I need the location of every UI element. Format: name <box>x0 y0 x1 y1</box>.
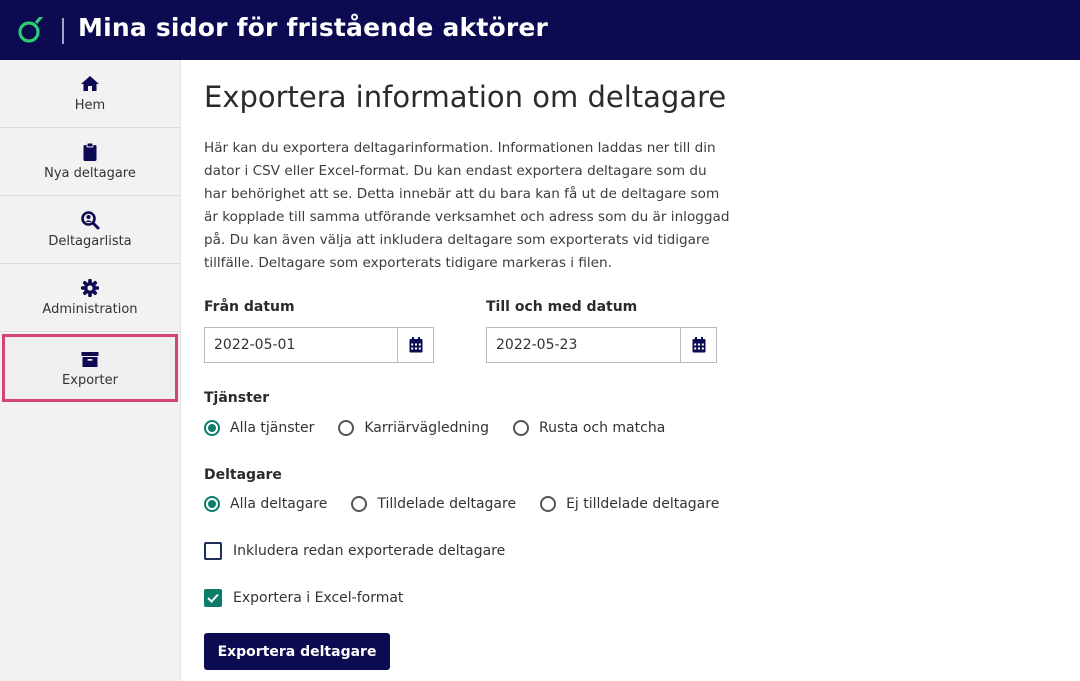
sidebar-item-label: Nya deltagare <box>44 166 136 181</box>
include-exported-checkbox[interactable] <box>204 542 222 560</box>
participants-label: Deltagare <box>204 467 282 483</box>
gear-icon <box>81 279 99 297</box>
sidebar-item-label: Deltagarlista <box>48 234 132 249</box>
top-bar: Mina sidor för fristående aktörer <box>0 0 1080 60</box>
radio-ej-tilldelade-deltagare[interactable]: Ej tilldelade deltagare <box>540 496 719 512</box>
from-date-label: Från datum <box>204 299 295 315</box>
intro-text: Här kan du exportera deltagarinformation… <box>204 140 730 271</box>
sidebar: Hem Nya deltagare Deltagarlista Administ… <box>0 60 181 681</box>
radio-alla-tjanster[interactable]: Alla tjänster <box>204 420 314 436</box>
radio-button[interactable] <box>540 496 557 512</box>
export-button[interactable]: Exportera deltagare <box>204 633 390 670</box>
to-date-input[interactable] <box>487 328 680 362</box>
participants-radio-group: Alla deltagare Tilldelade deltagare Ej t… <box>204 496 743 512</box>
to-date-field <box>486 327 717 363</box>
excel-format-checkbox[interactable] <box>204 589 222 607</box>
excel-format-option[interactable]: Exportera i Excel-format <box>204 589 403 607</box>
from-date-calendar-button[interactable] <box>397 328 433 362</box>
checkmark-icon <box>207 593 219 603</box>
sidebar-item-exporter[interactable]: Exporter <box>2 334 178 402</box>
radio-rusta-och-matcha[interactable]: Rusta och matcha <box>513 420 665 436</box>
radio-karriarvagledning[interactable]: Karriärvägledning <box>338 420 489 436</box>
sidebar-item-deltagarlista[interactable]: Deltagarlista <box>0 196 180 264</box>
radio-alla-deltagare[interactable]: Alla deltagare <box>204 496 327 512</box>
radio-button[interactable] <box>513 420 530 436</box>
include-exported-option[interactable]: Inkludera redan exporterade deltagare <box>204 542 505 560</box>
radio-button[interactable] <box>351 496 368 512</box>
calendar-icon <box>692 337 705 353</box>
radio-tilldelade-deltagare[interactable]: Tilldelade deltagare <box>351 496 516 512</box>
from-date-field <box>204 327 434 363</box>
logo-icon[interactable] <box>16 17 44 45</box>
calendar-icon <box>409 337 422 353</box>
app-title: Mina sidor för fristående aktörer <box>78 13 549 42</box>
radio-button-checked[interactable] <box>204 496 220 512</box>
services-radio-group: Alla tjänster Karriärvägledning Rusta oc… <box>204 420 689 436</box>
sidebar-item-administration[interactable]: Administration <box>0 264 180 332</box>
to-date-calendar-button[interactable] <box>680 328 716 362</box>
archive-box-icon <box>81 351 99 367</box>
sidebar-item-label: Administration <box>42 302 138 317</box>
to-date-label: Till och med datum <box>486 299 638 315</box>
sidebar-item-nya-deltagare[interactable]: Nya deltagare <box>0 128 180 196</box>
clipboard-icon <box>83 142 97 161</box>
from-date-input[interactable] <box>205 328 397 362</box>
radio-button-checked[interactable] <box>204 420 220 436</box>
sidebar-item-label: Exporter <box>62 372 118 388</box>
sidebar-item-hem[interactable]: Hem <box>0 60 180 128</box>
sidebar-item-label: Hem <box>74 98 106 113</box>
page-title: Exportera information om deltagare <box>204 80 727 114</box>
home-icon <box>81 76 99 91</box>
search-user-icon <box>81 211 100 230</box>
radio-button[interactable] <box>338 420 355 436</box>
header-divider <box>62 18 64 44</box>
services-label: Tjänster <box>204 390 270 406</box>
